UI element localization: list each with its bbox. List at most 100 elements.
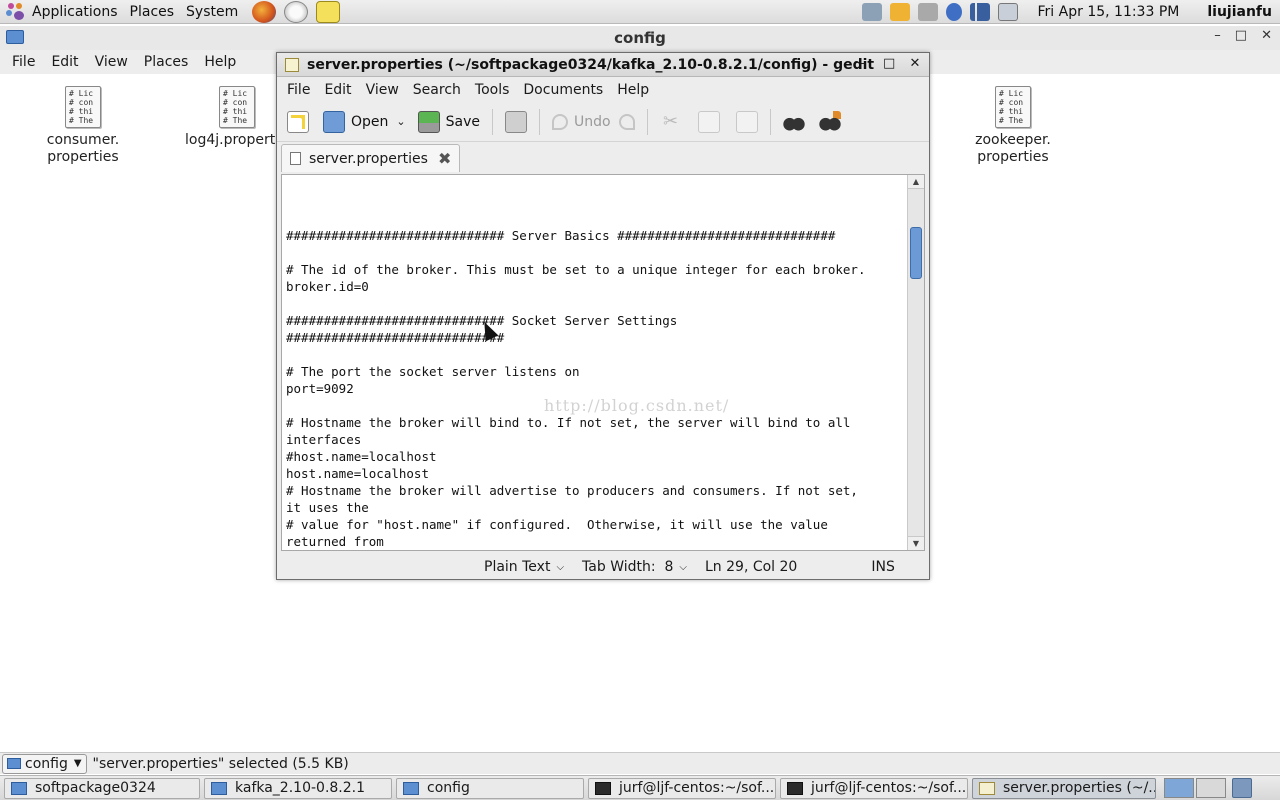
menu-file[interactable]: File (4, 54, 43, 70)
code-line: # The id of the broker. This must be set… (286, 262, 866, 277)
trash-icon[interactable] (1232, 778, 1252, 798)
toolbar-separator (769, 108, 771, 135)
folder-icon (11, 781, 27, 795)
open-button[interactable]: Open (319, 106, 392, 138)
window-controls: – □ ✕ (1214, 28, 1272, 43)
save-icon (417, 110, 440, 133)
text-editor-icon (979, 781, 995, 795)
update-warning-icon[interactable] (889, 3, 910, 21)
print-button[interactable] (501, 106, 531, 138)
menu-view[interactable]: View (87, 54, 136, 70)
code-line: # value for "host.name" if configured. O… (286, 517, 828, 532)
clock[interactable]: Fri Apr 15, 11:33 PM (1038, 4, 1180, 20)
menu-tools[interactable]: Tools (468, 82, 517, 98)
signal-icon[interactable] (969, 3, 990, 21)
applications-label: Applications (32, 3, 118, 20)
selection-status: "server.properties" selected (5.5 KB) (92, 755, 349, 772)
code-line: # Hostname the broker will bind to. If n… (286, 415, 851, 430)
text-editor[interactable]: http://blog.csdn.net/ ##################… (281, 174, 925, 551)
taskbar-label: config (427, 780, 470, 796)
tab-width-label: Tab Width: 8 (582, 559, 674, 575)
find-button[interactable] (779, 106, 809, 138)
gedit-titlebar[interactable]: server.properties (~/softpackage0324/kaf… (277, 53, 929, 77)
text-view[interactable]: http://blog.csdn.net/ ##################… (282, 175, 907, 550)
firefox-launcher-icon[interactable] (252, 0, 277, 23)
folder-icon (403, 781, 419, 795)
code-line: ############################# Socket Ser… (286, 313, 678, 328)
location-dropdown[interactable]: config ▼ (2, 753, 87, 774)
find-replace-button[interactable] (815, 106, 845, 138)
minimize-button[interactable]: – (857, 56, 869, 71)
code-line: # Hostname the broker will advertise to … (286, 483, 858, 498)
save-button[interactable]: Save (414, 106, 484, 138)
clipboard-icon[interactable] (997, 3, 1018, 21)
redo-button[interactable] (615, 106, 639, 138)
open-recent-dropdown[interactable]: ⌄ (396, 115, 405, 128)
folder-icon (7, 758, 21, 769)
menu-help[interactable]: Help (196, 54, 244, 70)
code-line: broker.id=0 (286, 279, 369, 294)
applications-menu[interactable]: Applications (0, 0, 124, 24)
copy-button[interactable] (694, 106, 724, 138)
save-label: Save (445, 113, 480, 130)
cut-button[interactable]: ✂ (656, 106, 686, 138)
window-controls: – □ ✕ (857, 56, 921, 71)
menu-view[interactable]: View (359, 82, 406, 98)
places-menu[interactable]: Places (124, 0, 181, 24)
workspace-2[interactable] (1196, 778, 1226, 798)
toolbar-separator (492, 108, 493, 135)
scrollbar-thumb[interactable] (910, 227, 922, 279)
file-zookeeper-properties[interactable]: # Lic # con # thi # The zookeeper. prope… (953, 86, 1073, 166)
text-document-icon (290, 152, 301, 165)
redo-icon (618, 113, 635, 130)
system-menu[interactable]: System (180, 0, 244, 24)
menu-file[interactable]: File (280, 82, 317, 98)
mail-launcher-icon[interactable] (284, 0, 309, 23)
paste-button[interactable] (732, 106, 762, 138)
open-label: Open (351, 113, 389, 130)
taskbar-button[interactable]: jurf@ljf-centos:~/sof... (780, 777, 968, 799)
vertical-scrollbar[interactable]: ▲ ▼ (907, 175, 924, 550)
scroll-down-button[interactable]: ▼ (908, 536, 924, 550)
language-selector[interactable]: Plain Text ⌵ (484, 559, 564, 575)
tab-server-properties[interactable]: server.properties ✖ (281, 144, 461, 172)
binoculars-icon (782, 110, 805, 133)
taskbar-button[interactable]: config (396, 777, 584, 799)
menu-edit[interactable]: Edit (317, 82, 358, 98)
file-manager-statusbar: config ▼ "server.properties" selected (5… (0, 752, 1280, 774)
bluetooth-icon[interactable] (945, 3, 962, 21)
new-document-button[interactable] (283, 106, 313, 138)
close-button[interactable]: ✕ (1261, 28, 1272, 43)
taskbar-label: kafka_2.10-0.8.2.1 (235, 780, 366, 796)
maximize-button[interactable]: □ (1235, 28, 1247, 43)
cut-icon: ✂ (663, 110, 679, 132)
close-tab-icon[interactable]: ✖ (438, 149, 451, 168)
undo-button[interactable]: Undo (548, 106, 615, 138)
maximize-button[interactable]: □ (883, 56, 895, 71)
menu-help[interactable]: Help (610, 82, 656, 98)
menu-documents[interactable]: Documents (516, 82, 610, 98)
taskbar-label: server.properties (~/... (1003, 780, 1156, 796)
document-tabs: server.properties ✖ (277, 142, 929, 172)
top-panel: Applications Places System Fri Apr 15, 1… (0, 0, 1280, 24)
taskbar-button[interactable]: server.properties (~/... (972, 777, 1156, 799)
taskbar-button[interactable]: softpackage0324 (4, 777, 200, 799)
taskbar: softpackage0324 kafka_2.10-0.8.2.1 config j… (0, 775, 1280, 800)
taskbar-button[interactable]: jurf@ljf-centos:~/sof... (588, 777, 776, 799)
user-menu[interactable]: liujianfu (1207, 4, 1272, 20)
tab-width-selector[interactable]: Tab Width: 8 ⌵ (582, 559, 687, 575)
workspace-1[interactable] (1164, 778, 1194, 798)
file-consumer-properties[interactable]: # Lic # con # thi # The consumer. proper… (23, 86, 143, 166)
cursor-position: Ln 29, Col 20 (705, 559, 798, 575)
menu-edit[interactable]: Edit (43, 54, 86, 70)
minimize-button[interactable]: – (1214, 28, 1221, 43)
menu-places[interactable]: Places (136, 54, 197, 70)
menu-search[interactable]: Search (406, 82, 468, 98)
close-button[interactable]: ✕ (909, 56, 921, 71)
taskbar-button[interactable]: kafka_2.10-0.8.2.1 (204, 777, 392, 799)
network-icon[interactable] (861, 3, 882, 21)
notes-launcher-icon[interactable] (316, 0, 341, 23)
scroll-up-button[interactable]: ▲ (908, 175, 924, 189)
volume-icon[interactable] (917, 3, 938, 21)
tab-label: server.properties (309, 150, 428, 167)
